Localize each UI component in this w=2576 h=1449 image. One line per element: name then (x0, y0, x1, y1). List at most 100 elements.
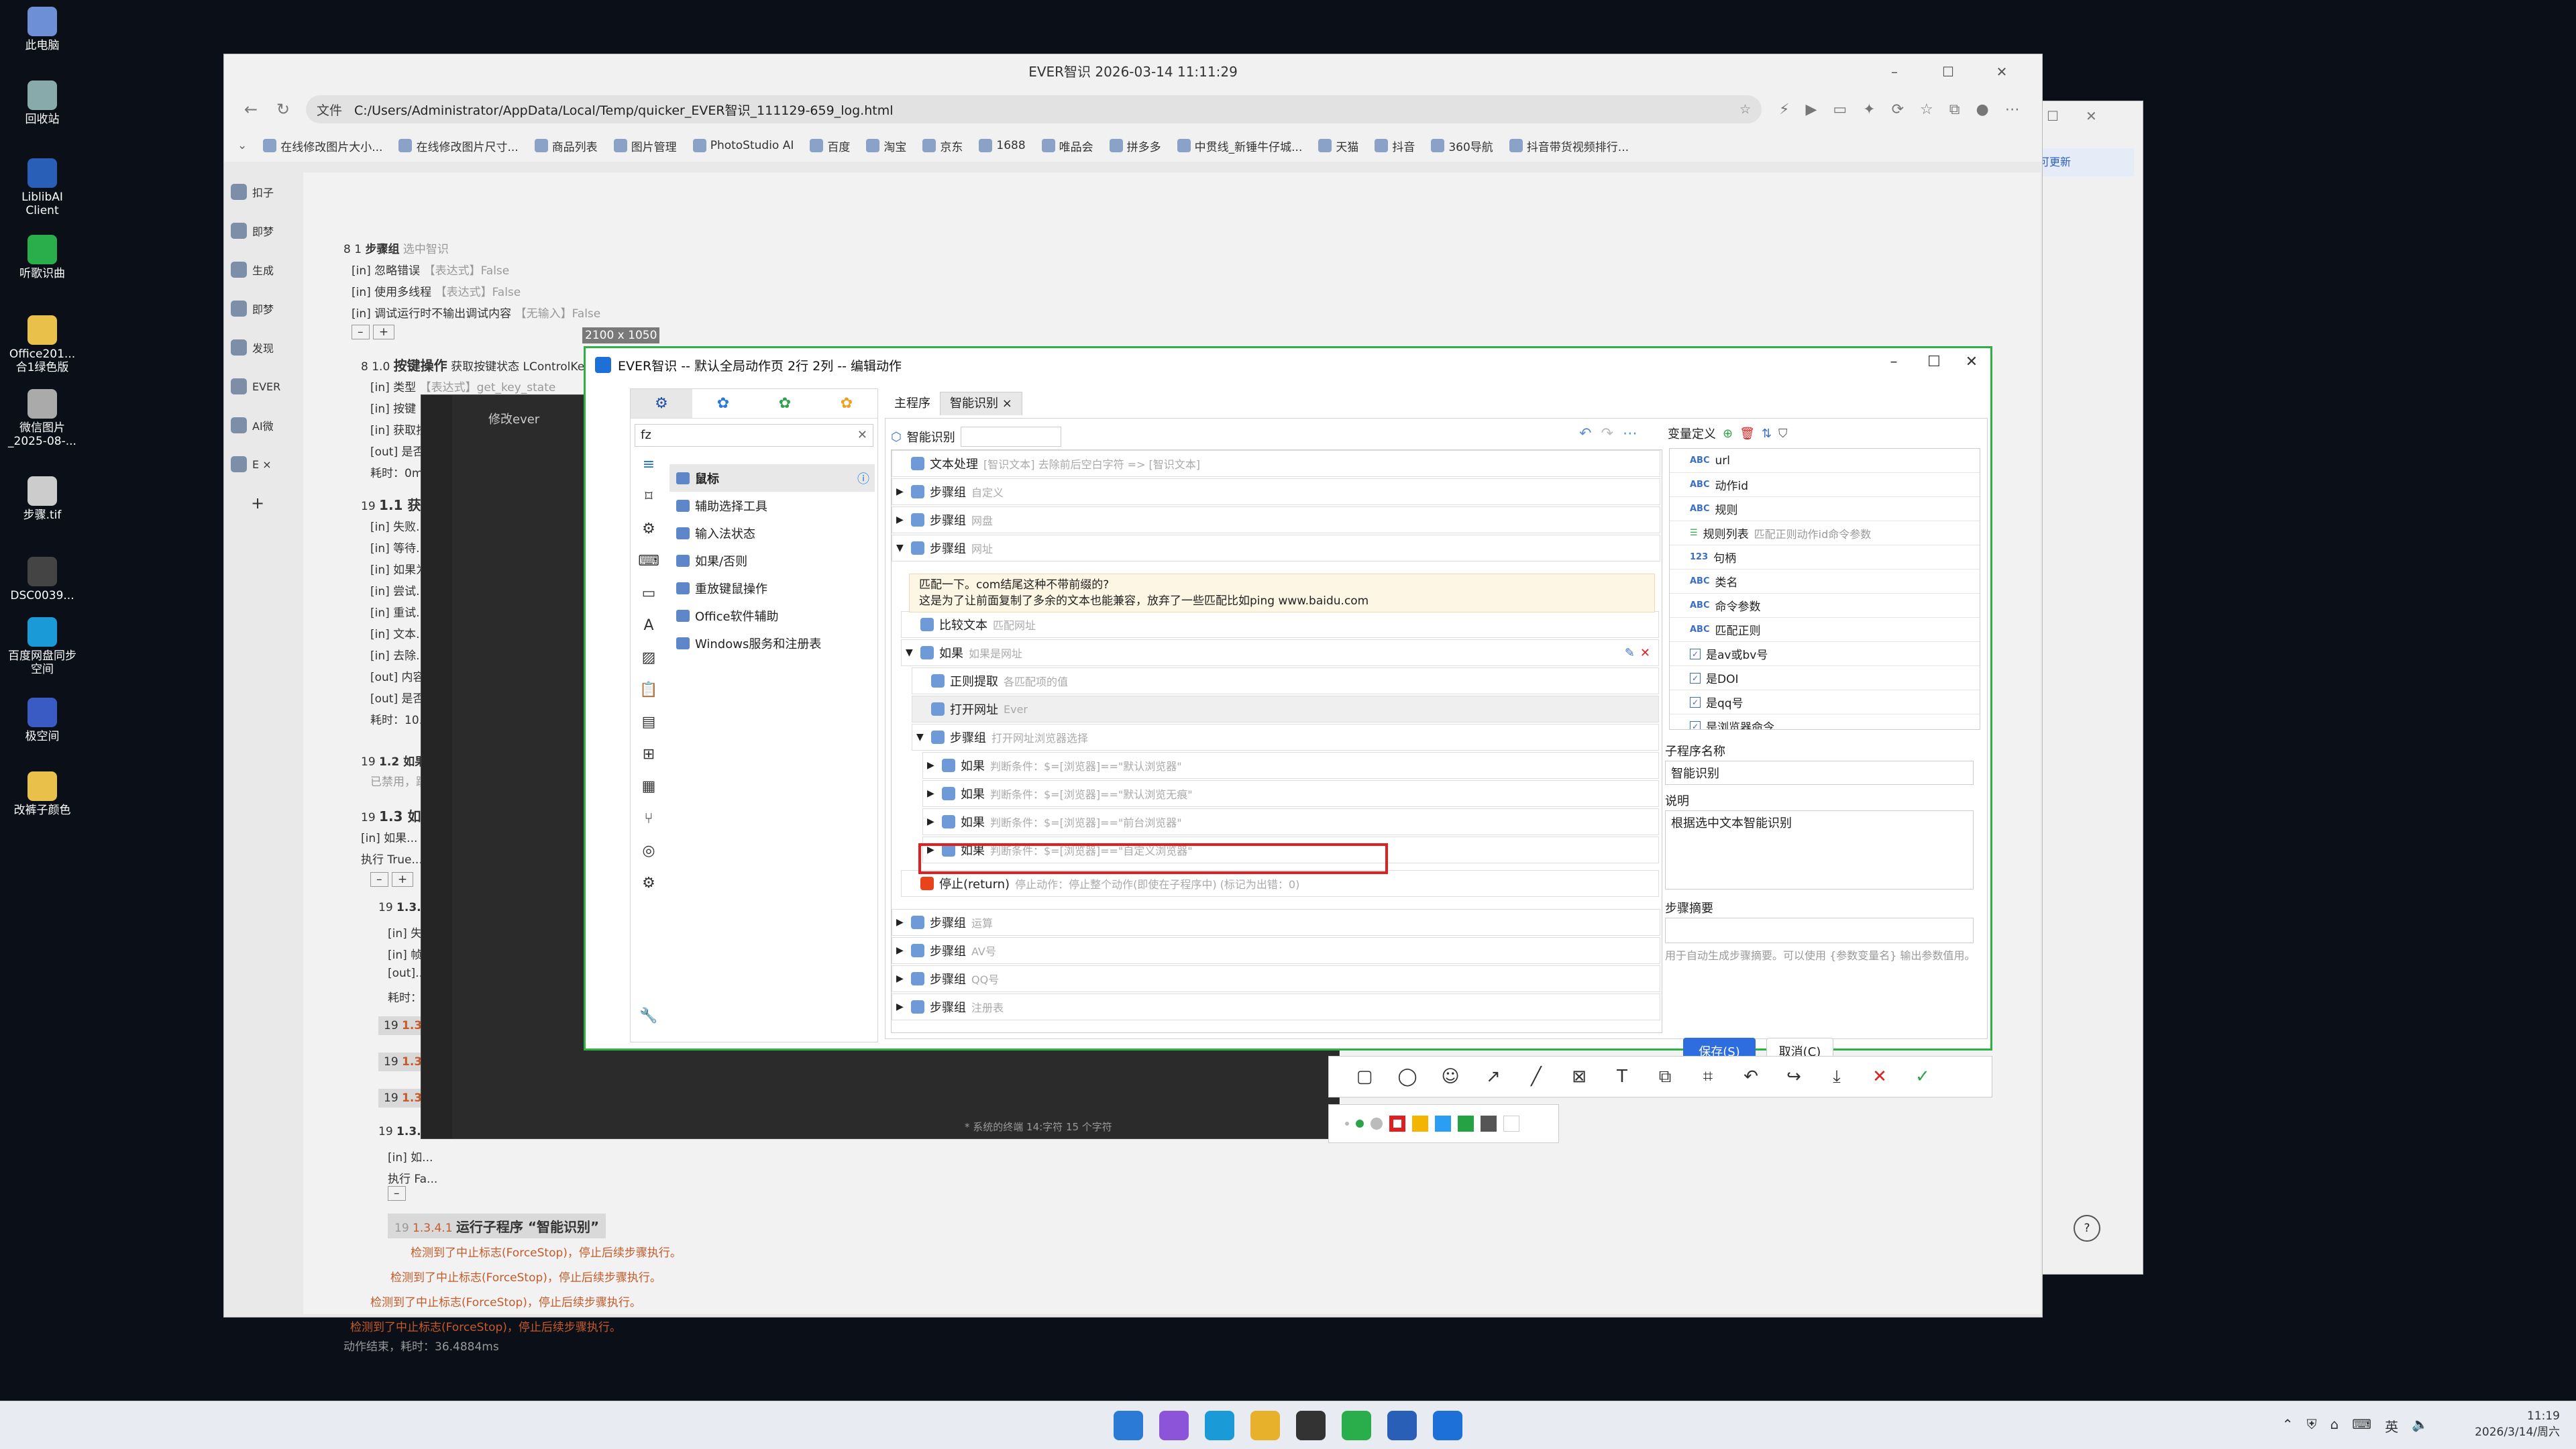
clock[interactable]: 11:19 2026/3/14/周六 (2475, 1408, 2560, 1440)
expand-toggle-icon[interactable]: ▶ (927, 760, 936, 771)
variable-item[interactable]: ✓ 是DOI (1670, 666, 1980, 690)
desktop-icon[interactable]: 此电脑 (5, 7, 79, 52)
clipboard-icon[interactable]: 📋 (631, 682, 667, 714)
expand-toggle-icon[interactable]: ▼ (906, 647, 915, 658)
document-icon[interactable]: ▤ (631, 714, 667, 746)
step-row[interactable]: ▼ 步骤组 网址 (892, 535, 1660, 561)
expand-toggle-icon[interactable]: ▼ (916, 732, 926, 743)
brush-size-medium[interactable] (1356, 1120, 1364, 1128)
desktop-icon[interactable]: 改裤子颜色 (5, 771, 79, 817)
close-button[interactable]: ✕ (1982, 54, 2022, 89)
description-textarea[interactable]: 根据选中文本智能识别 (1665, 810, 1974, 890)
sort-icon[interactable]: ⇅ (1762, 427, 1772, 441)
undo-icon[interactable]: ↶ (1579, 425, 1591, 442)
step-summary-input[interactable] (1665, 918, 1974, 943)
bookmark-item[interactable]: 天猫 (1318, 138, 1358, 154)
module-item[interactable]: Office软件辅助 (669, 602, 875, 629)
color-swatch[interactable] (1389, 1116, 1405, 1132)
bookmark-item[interactable]: 商品列表 (534, 138, 598, 154)
bookmark-item[interactable]: 拼多多 (1109, 138, 1161, 154)
color-swatch[interactable] (1412, 1116, 1428, 1132)
gears-icon[interactable]: ⚙ (631, 875, 667, 907)
share-icon[interactable]: ↪ (1778, 1067, 1809, 1087)
desktop-icon[interactable]: 微信图片_2025-08-... (5, 389, 79, 448)
delete-icon[interactable]: ✕ (1640, 646, 1650, 660)
step-row[interactable]: ▶ 如果 判断条件：$=[浏览器]=="默认浏览无痕" (922, 780, 1659, 807)
volume-icon[interactable]: 🔈 (2412, 1416, 2428, 1436)
ime-indicator[interactable]: 英 (2385, 1416, 2398, 1436)
puzzle-icon[interactable]: ✦ (1863, 101, 1875, 118)
arrow-icon[interactable]: ↗ (1478, 1067, 1509, 1087)
expand-toggle-icon[interactable]: ▶ (896, 973, 906, 984)
bookmark-item[interactable]: 抖音带货视频排行... (1509, 138, 1629, 154)
expand-toggle-icon[interactable]: ▶ (927, 788, 936, 799)
desktop-icon[interactable]: LiblibAI Client (5, 158, 79, 217)
desktop-icon[interactable]: 百度网盘同步空间 (5, 617, 79, 676)
more-icon[interactable]: ⋯ (1623, 425, 1638, 442)
add-tab-icon[interactable]: + (231, 484, 298, 523)
sidebar-item[interactable]: EVER (231, 367, 298, 406)
profile-avatar[interactable]: ● (1976, 101, 1989, 118)
brush-size-large[interactable] (1371, 1118, 1383, 1130)
tab-blue-icon[interactable]: ✿ (692, 389, 754, 418)
play-icon[interactable]: ▶ (1805, 101, 1817, 118)
text-icon[interactable]: T (1607, 1067, 1638, 1087)
step-row[interactable]: ▶ 步骤组 QQ号 (892, 965, 1660, 992)
sidebar-item[interactable]: 即梦 (231, 289, 298, 328)
rect-icon[interactable]: ▢ (1349, 1067, 1380, 1087)
cast-icon[interactable]: ▭ (1833, 101, 1847, 118)
variable-item[interactable]: ABC 动作id (1670, 473, 1980, 497)
module-item[interactable]: 输入法状态 (669, 519, 875, 547)
color-swatch[interactable] (1481, 1116, 1497, 1132)
quicker-icon[interactable] (1387, 1411, 1417, 1440)
expand-toggle-icon[interactable]: ▶ (896, 486, 906, 497)
bookmark-item[interactable]: 在线修改图片大小... (263, 138, 382, 154)
step-row[interactable]: 停止(return) 停止动作：停止整个动作(即使在子程序中) (标记为出错：0) (901, 870, 1659, 897)
step-row[interactable]: ▶ 步骤组 自定义 (892, 478, 1660, 505)
network-icon[interactable]: ⌂ (2330, 1416, 2339, 1436)
bookmark-item[interactable]: 京东 (922, 138, 963, 154)
desktop-icon[interactable]: 步骤.tif (5, 476, 79, 522)
minimize-button[interactable]: – (1874, 54, 1915, 89)
expand-toggle-icon[interactable]: ▶ (896, 515, 906, 525)
variable-item[interactable]: ✓ 是浏览器命令 (1670, 714, 1980, 729)
clear-search-icon[interactable]: ✕ (857, 425, 867, 446)
module-item[interactable]: 辅助选择工具 (669, 492, 875, 519)
module-item[interactable]: 重放键鼠操作 (669, 574, 875, 602)
sidebar-item[interactable]: 生成 (231, 250, 298, 289)
start-icon[interactable] (1114, 1411, 1143, 1440)
desktop-icon[interactable]: 极空间 (5, 698, 79, 743)
terminal-icon[interactable] (1296, 1411, 1326, 1440)
step-row[interactable]: 正则提取 各匹配项的值 (912, 667, 1659, 694)
step-row[interactable]: ▶ 步骤组 网盘 (892, 506, 1660, 533)
bookmark-item[interactable]: 1688 (979, 139, 1026, 152)
emoji-icon[interactable]: ☺ (1435, 1067, 1466, 1087)
module-search-input[interactable]: fz ✕ (635, 424, 873, 447)
more-icon[interactable]: ⋯ (2005, 101, 2020, 118)
star-icon[interactable]: ☆ (1739, 102, 1751, 117)
desktop-icon[interactable]: DSC0039... (5, 557, 79, 602)
bookmark-item[interactable]: 图片管理 (613, 138, 677, 154)
sidebar-item[interactable]: 发现 (231, 328, 298, 367)
expand-toggle-icon[interactable]: ▶ (896, 917, 906, 928)
info-icon[interactable]: ⓘ (857, 470, 869, 487)
ever-icon[interactable] (1433, 1411, 1462, 1440)
pin-icon[interactable]: ⧉ (1650, 1067, 1680, 1087)
step-row[interactable]: ▼ 如果 如果是网址 ✎ ✕ (901, 639, 1659, 666)
expand-toggle-icon[interactable]: ▶ (896, 1002, 906, 1012)
close-button[interactable]: ✕ (1951, 354, 1992, 370)
collections-icon[interactable]: ☆ (1920, 101, 1933, 118)
variable-item[interactable]: ABC 命令参数 (1670, 594, 1980, 618)
confirm-icon[interactable]: ✓ (1907, 1067, 1938, 1087)
desktop-icon[interactable]: 听歌识曲 (5, 235, 79, 280)
tab-green-icon[interactable]: ✿ (754, 389, 816, 418)
bookmark-item[interactable]: 中贯线_新锤牛仔城... (1177, 138, 1302, 154)
bookmark-item[interactable]: 抖音 (1375, 138, 1415, 154)
color-swatch[interactable] (1503, 1116, 1519, 1132)
tab-orange-icon[interactable]: ✿ (816, 389, 877, 418)
variable-item[interactable]: ABC 类名 (1670, 570, 1980, 594)
grid-icon[interactable]: ▦ (631, 778, 667, 810)
expand-toggle-icon[interactable]: ▶ (896, 945, 906, 956)
close-icon[interactable]: ✕ (1864, 1067, 1895, 1087)
variable-item[interactable]: ABC 规则 (1670, 497, 1980, 521)
